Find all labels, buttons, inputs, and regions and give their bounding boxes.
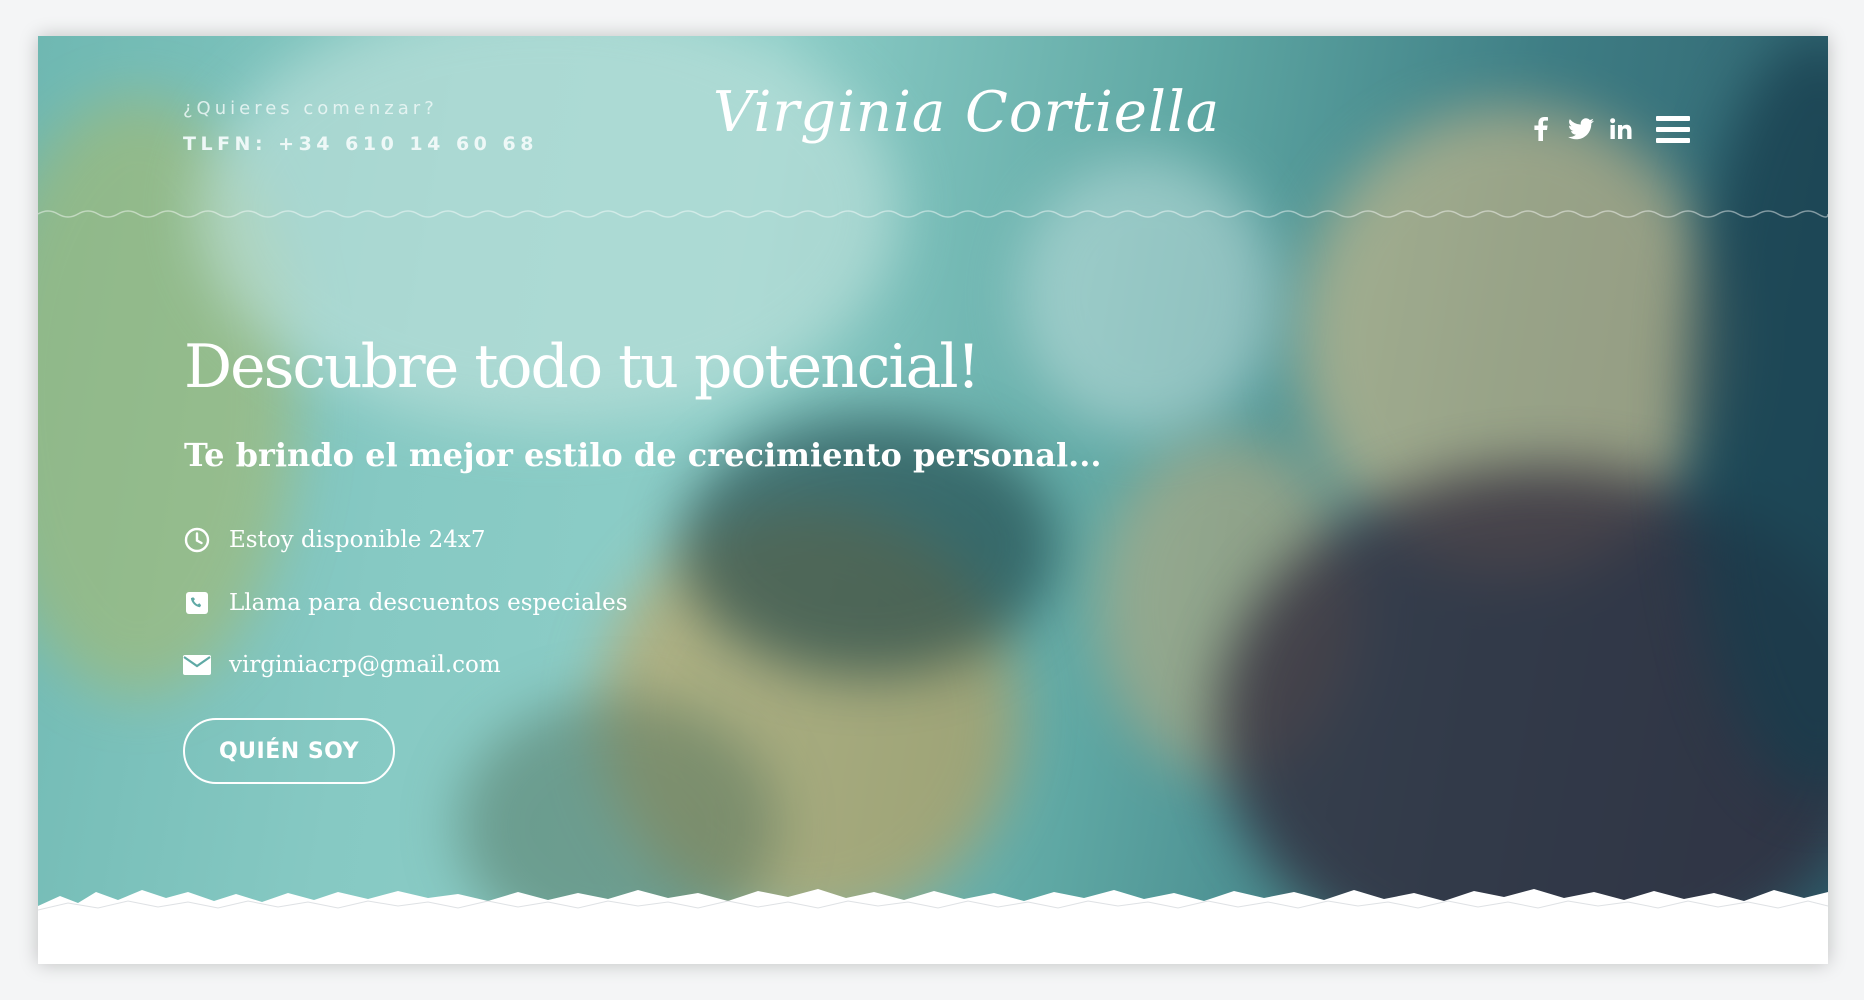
email-link[interactable]: virginiacrp@gmail.com xyxy=(229,652,501,678)
hero-section: ¿Quieres comenzar? TLFN: +34 610 14 60 6… xyxy=(38,36,1828,936)
contact-header: ¿Quieres comenzar? TLFN: +34 610 14 60 6… xyxy=(183,98,538,155)
facebook-icon[interactable] xyxy=(1526,114,1556,144)
envelope-icon xyxy=(183,651,211,679)
torn-paper-edge xyxy=(38,889,1828,964)
feature-text: Estoy disponible 24x7 xyxy=(229,527,486,553)
page-frame: ¿Quieres comenzar? TLFN: +34 610 14 60 6… xyxy=(38,36,1828,964)
twitter-icon[interactable] xyxy=(1566,114,1596,144)
feature-email[interactable]: virginiacrp@gmail.com xyxy=(183,651,501,679)
hero-headline: Descubre todo tu potencial! xyxy=(184,332,981,402)
quien-soy-button[interactable]: QUIÉN SOY xyxy=(183,718,395,784)
social-links xyxy=(1526,114,1636,144)
header-phone[interactable]: TLFN: +34 610 14 60 68 xyxy=(183,133,538,155)
feature-availability: Estoy disponible 24x7 xyxy=(183,526,485,554)
phone-icon xyxy=(183,589,211,617)
header-question: ¿Quieres comenzar? xyxy=(183,98,438,119)
hamburger-menu-icon[interactable] xyxy=(1656,116,1690,144)
wavy-divider xyxy=(38,210,1828,218)
clock-icon xyxy=(183,526,211,554)
site-logo[interactable]: Virginia Cortiella xyxy=(713,80,1219,145)
feature-text: Llama para descuentos especiales xyxy=(229,590,628,616)
background-photo-blur xyxy=(1018,156,1278,436)
hero-subheadline: Te brindo el mejor estilo de crecimiento… xyxy=(184,436,1102,474)
feature-discounts: Llama para descuentos especiales xyxy=(183,589,628,617)
linkedin-icon[interactable] xyxy=(1606,114,1636,144)
